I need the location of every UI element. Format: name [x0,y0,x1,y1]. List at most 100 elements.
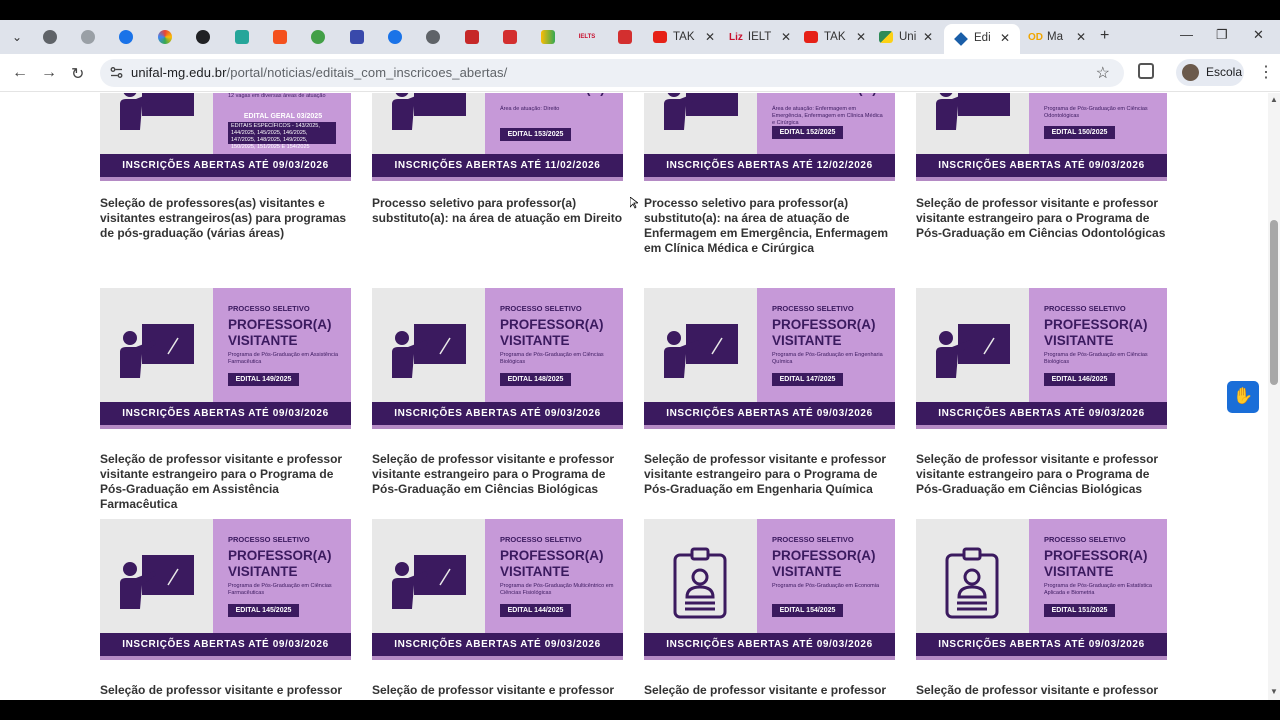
edital-banner-image[interactable]: PROCESSO SELETIVO PROFESSOR(A) VISITANTE Pr… [100,519,351,660]
banner-title: PROFESSOR(A) VISITANTE [500,548,604,580]
edital-caption-link[interactable]: Seleção de professor visitante e profess… [916,196,1167,241]
banner-title-line2: VISITANTE [1044,564,1114,579]
edital-banner-image[interactable]: 12 vagas em diversas áreas de atuação EDI… [100,93,351,181]
accessibility-hand-icon[interactable]: ✋ [1227,381,1259,413]
teacher-board-icon [392,324,466,378]
tab-favicon-7[interactable] [269,26,291,48]
scrollbar-thumb[interactable] [1270,220,1278,385]
banner-process-label: PROCESSO SELETIVO [228,535,310,544]
edital-banner-image[interactable]: SUBSTITUTO(A) Área de atuação: Enfermagem… [644,93,895,181]
tab-favicon-2[interactable] [77,26,99,48]
close-icon[interactable]: ✕ [923,30,933,44]
banner-program: Área de atuação: Direito [500,106,560,112]
banner-info-panel: 12 vagas em diversas áreas de atuação EDI… [213,93,351,154]
tab-favicon-5[interactable] [192,26,214,48]
edital-caption-link[interactable]: Seleção de professor visitante e profess… [100,683,351,700]
banner-edital-number: EDITAL 153/2025 [500,128,571,141]
tab-favicon-1[interactable] [39,26,61,48]
tab-favicon-10[interactable] [384,26,406,48]
banner-title: VISITANTE [1044,93,1114,97]
banner-edital-number: EDITAL 146/2025 [1044,373,1115,386]
tab-favicon-8[interactable] [307,26,329,48]
close-icon[interactable]: ✕ [856,30,866,44]
banner-stripe [644,425,895,429]
edital-banner-image[interactable]: PROCESSO SELETIVO PROFESSOR(A) VISITANTE Pr… [916,288,1167,429]
tab-favicon-9[interactable] [346,26,368,48]
banner-program: Área de atuação: Enfermagem em Emergênci… [772,106,883,126]
tab-favicon-16[interactable] [614,26,636,48]
close-icon[interactable]: ✕ [1000,31,1010,45]
profile-button[interactable]: Escola [1176,59,1244,86]
edital-banner-image[interactable]: PROCESSO SELETIVO PROFESSOR(A) VISITANTE Pr… [916,519,1167,660]
teacher-board-icon [936,93,1010,130]
edital-caption-link[interactable]: Seleção de professor visitante e profess… [100,452,351,512]
new-tab-icon[interactable]: + [1100,27,1109,45]
banner-title-line2: VISITANTE [228,333,298,348]
close-icon[interactable]: ✕ [1076,30,1086,44]
close-icon[interactable]: ✕ [781,30,791,44]
banner-title: PROFESSOR(A) VISITANTE [772,317,876,349]
edital-caption-link[interactable]: Processo seletivo para professor(a) subs… [372,196,623,226]
back-icon[interactable]: ← [12,64,28,82]
tab-youtube-1[interactable]: TAK ✕ [653,24,721,50]
tab-search-icon[interactable]: ⌄ [6,27,28,47]
edital-banner-image[interactable]: PROCESSO SELETIVO PROFESSOR(A) VISITANTE Pr… [372,288,623,429]
banner-deadline: INSCRIÇÕES ABERTAS ATÉ 12/02/2026 [644,154,895,177]
banner-edital-number: EDITAL 144/2025 [500,604,571,617]
banner-deadline: INSCRIÇÕES ABERTAS ATÉ 09/03/2026 [372,633,623,656]
edital-caption-link[interactable]: Seleção de professor visitante e profess… [644,452,895,497]
edital-caption-link[interactable]: Seleção de professor visitante e profess… [372,452,623,497]
edital-caption-link[interactable]: Seleção de professor visitante e profess… [644,683,895,700]
address-bar[interactable]: unifal-mg.edu.br/portal/noticias/editais… [100,59,1124,87]
restore-icon[interactable]: ❐ [1216,27,1228,43]
teacher-board-icon [664,93,738,130]
banner-deadline: INSCRIÇÕES ABERTAS ATÉ 09/03/2026 [100,402,351,425]
tab-favicon-12[interactable] [461,26,483,48]
tab-uni[interactable]: Uni ✕ [879,24,939,50]
edital-banner-image[interactable]: PROCESSO SELETIVO PROFESSOR(A) VISITANTE Pr… [100,288,351,429]
banner-title: PROFESSOR(A) VISITANTE [1044,548,1148,580]
tab-favicon-11[interactable] [422,26,444,48]
tab-favicon-14[interactable] [537,26,559,48]
edital-caption-link[interactable]: Seleção de professor visitante e profess… [372,683,623,700]
close-icon[interactable]: ✕ [705,30,715,44]
forward-icon[interactable]: → [41,64,57,82]
site-info-icon[interactable] [110,66,123,79]
tab-ma[interactable]: OD Ma ✕ [1028,24,1092,50]
banner-title: SUBSTITUTO(A) [500,93,605,97]
edital-caption-link[interactable]: Seleção de professor visitante e profess… [916,452,1167,497]
teacher-board-icon [120,93,194,130]
banner-stripe [372,177,623,181]
minimize-icon[interactable]: — [1180,27,1193,42]
tab-favicon-ielts[interactable]: IELTS [576,26,598,48]
tab-active-editais[interactable]: Edi ✕ [944,24,1020,54]
tab-favicon-6[interactable] [231,26,253,48]
edital-banner-image[interactable]: PROCESSO SELETIVO PROFESSOR(A) VISITANTE Pr… [644,288,895,429]
tab-favicon-13[interactable] [499,26,521,48]
edital-banner-image[interactable]: SUBSTITUTO(A) Área de atuação: Direito EDI… [372,93,623,181]
edital-caption-link[interactable]: Seleção de professores(as) visitantes e … [100,196,351,241]
scroll-down-icon[interactable]: ▼ [1270,687,1278,696]
banner-title-line1: PROFESSOR(A) [772,317,876,332]
tab-favicon-4[interactable] [154,26,176,48]
bottom-letterbox [0,700,1280,720]
url-text[interactable]: unifal-mg.edu.br/portal/noticias/editais… [131,65,507,80]
edital-banner-image[interactable]: PROCESSO SELETIVO PROFESSOR(A) VISITANTE Pr… [372,519,623,660]
tab-ielts[interactable]: Liz IELT ✕ [729,24,797,50]
scrollbar[interactable]: ▲ ▼ [1268,93,1280,700]
bookmark-star-icon[interactable]: ☆ [1096,63,1110,83]
window-close-icon[interactable]: ✕ [1253,27,1264,43]
banner-edital-number: EDITAL 149/2025 [228,373,299,386]
reload-icon[interactable]: ↻ [71,64,84,84]
edital-banner-image[interactable]: PROCESSO SELETIVO PROFESSOR(A) VISITANTE Pr… [644,519,895,660]
edital-caption-link[interactable]: Seleção de professor visitante e profess… [916,683,1167,700]
edital-banner-image[interactable]: VISITANTE Programa de Pós-Graduação em Ci… [916,93,1167,181]
banner-info-panel: PROCESSO SELETIVO PROFESSOR(A) VISITANTE Pr… [1029,288,1167,402]
tab-youtube-2[interactable]: TAK ✕ [804,24,872,50]
extensions-icon[interactable] [1138,63,1154,79]
banner-deadline: INSCRIÇÕES ABERTAS ATÉ 09/03/2026 [644,402,895,425]
scroll-up-icon[interactable]: ▲ [1270,95,1278,104]
menu-kebab-icon[interactable]: ⋮ [1258,62,1274,82]
tab-favicon-3[interactable] [115,26,137,48]
edital-caption-link[interactable]: Processo seletivo para professor(a) subs… [644,196,895,256]
